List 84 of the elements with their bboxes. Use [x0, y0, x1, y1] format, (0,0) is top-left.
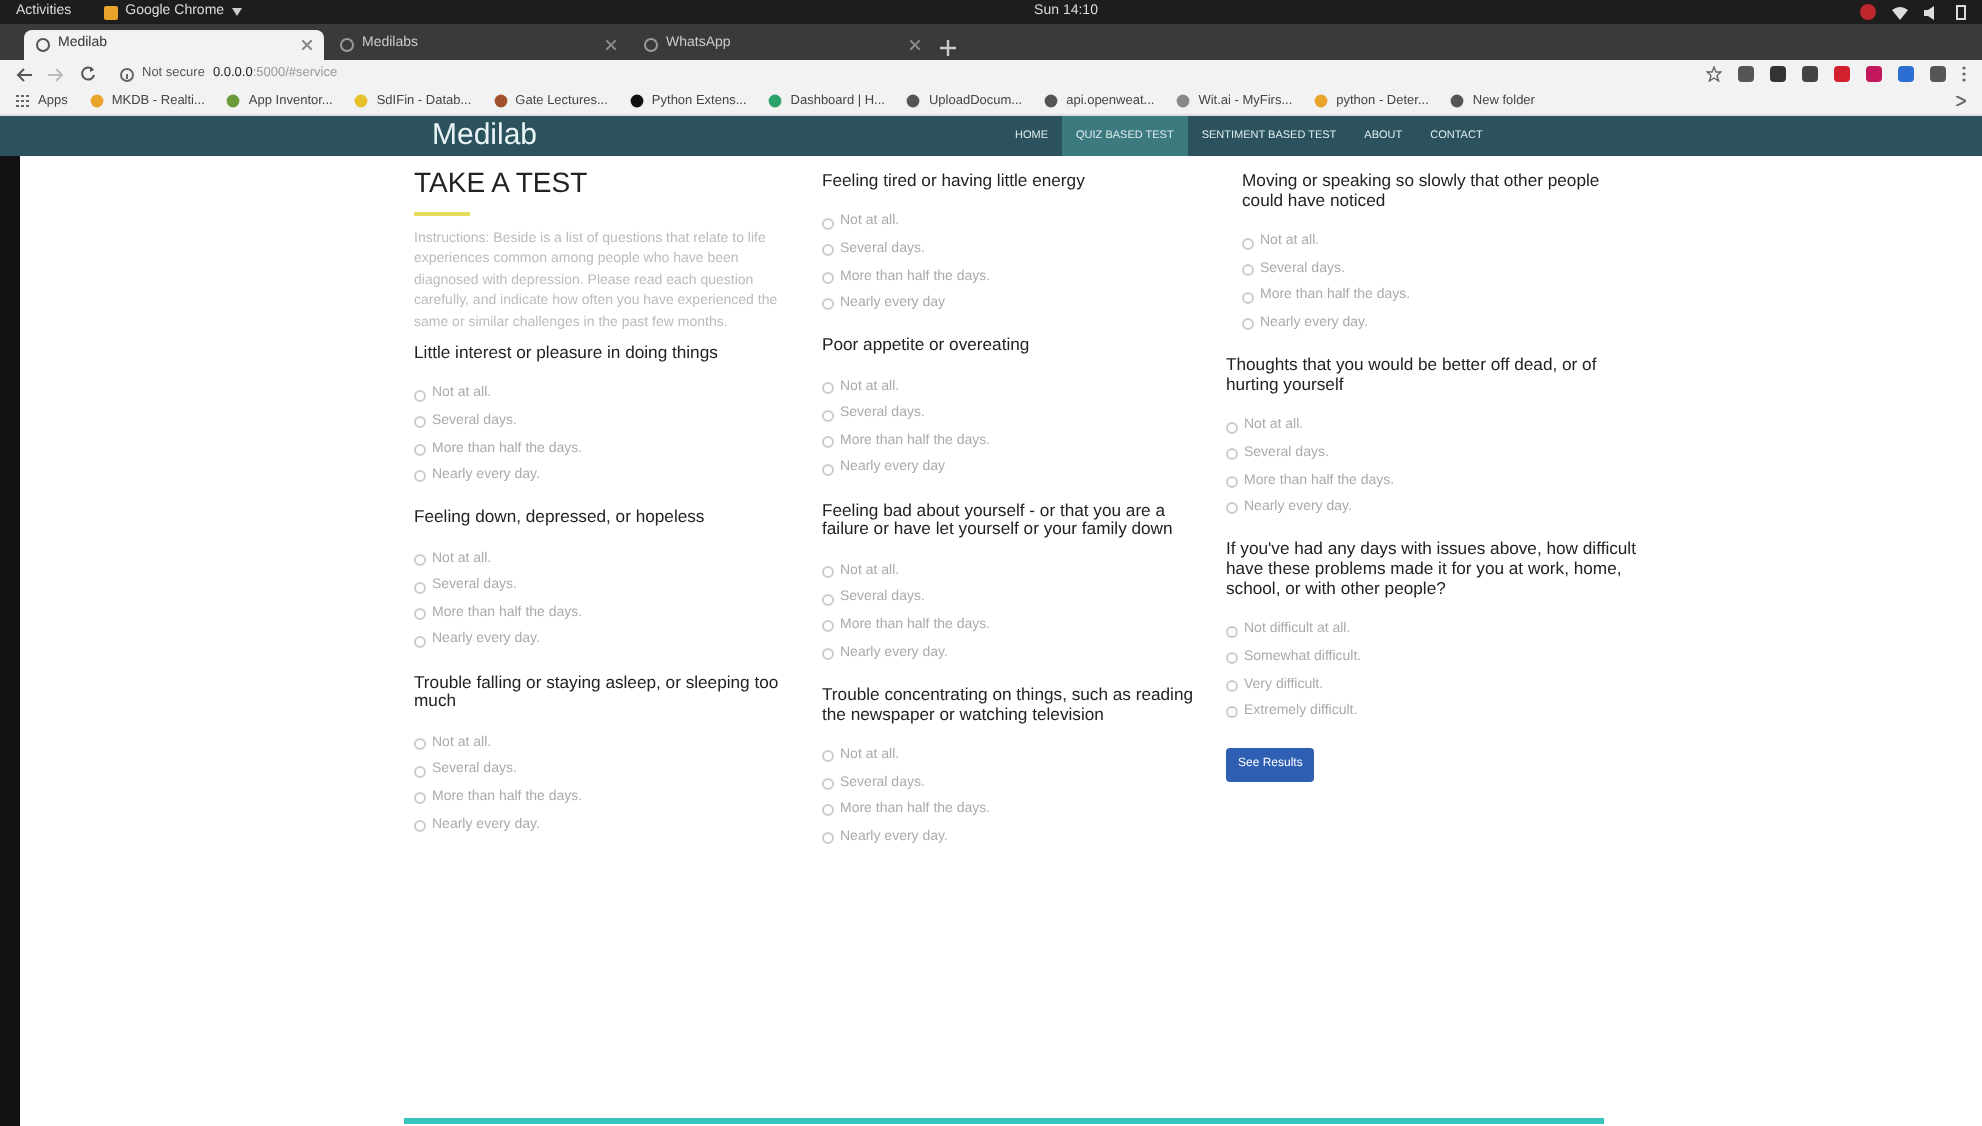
question-text: Thoughts that you would be better off dead, or of hurting yourself	[1226, 356, 1599, 396]
question-text: Moving or speaking so slowly that other people could have noticed	[1242, 172, 1602, 212]
radio-button[interactable]	[822, 298, 834, 311]
close-icon[interactable]	[302, 40, 312, 50]
favicon-icon	[493, 94, 508, 108]
radio-button[interactable]	[414, 635, 426, 648]
favicon-icon	[1314, 94, 1329, 108]
reload-icon[interactable]	[80, 66, 96, 82]
radio-button[interactable]	[414, 608, 426, 621]
wifi-icon[interactable]	[1892, 5, 1908, 19]
radio-button[interactable]	[414, 738, 426, 751]
radio-button[interactable]	[822, 271, 834, 284]
favicon-icon	[89, 94, 104, 108]
radio-button[interactable]	[414, 443, 426, 456]
battery-icon[interactable]	[1956, 4, 1966, 20]
radio-button[interactable]	[822, 381, 834, 394]
radio-button[interactable]	[414, 581, 426, 594]
globe-icon	[644, 38, 658, 52]
radio-button[interactable]	[1226, 625, 1238, 638]
globe-icon	[340, 38, 354, 52]
radio-button[interactable]	[1226, 652, 1238, 665]
question-text: Feeling bad about yourself - or that you are a failure or have let yourself or your family down	[822, 501, 1175, 541]
heading-underline	[414, 212, 470, 216]
radio-button[interactable]	[414, 792, 426, 805]
radio-button[interactable]	[414, 553, 426, 566]
radio-button[interactable]	[822, 409, 834, 422]
globe-icon	[36, 38, 50, 52]
radio-button[interactable]	[822, 750, 834, 763]
favicon-icon	[1176, 94, 1191, 108]
question-text: Poor appetite or overeating	[822, 336, 1032, 357]
notification-icon[interactable]	[1860, 4, 1876, 20]
radio-button[interactable]	[414, 416, 426, 429]
question-text: Trouble concentrating on things, such as reading the newspaper or watching television	[822, 685, 1196, 725]
radio-button[interactable]	[822, 620, 834, 633]
page-heading: TAKE A TEST	[414, 168, 590, 196]
volume-icon[interactable]	[1924, 5, 1940, 19]
radio-button[interactable]	[1226, 475, 1238, 488]
radio-button[interactable]	[822, 217, 834, 230]
favicon-icon	[768, 94, 783, 108]
question-text: If you've had any days with issues above, how difficult have these problems made it for you at work, home, school, or with other people?	[1226, 540, 1636, 600]
favicon-icon	[226, 94, 241, 108]
radio-button[interactable]	[822, 804, 834, 817]
radio-button[interactable]	[822, 436, 834, 449]
favicon-icon	[1044, 94, 1059, 108]
question-text: Feeling down, depressed, or hopeless	[414, 508, 707, 529]
back-icon[interactable]	[16, 67, 32, 81]
radio-button[interactable]	[414, 470, 426, 483]
radio-button[interactable]	[822, 566, 834, 579]
radio-button[interactable]	[822, 777, 834, 790]
forward-icon[interactable]	[48, 67, 64, 81]
question-text: Feeling tired or having little energy	[822, 172, 1087, 192]
question-text: Little interest or pleasure in doing things	[414, 344, 720, 364]
radio-button[interactable]	[1226, 502, 1238, 515]
close-icon[interactable]	[606, 40, 616, 50]
radio-button[interactable]	[414, 765, 426, 778]
radio-button[interactable]	[1226, 679, 1238, 692]
folder-icon	[1450, 94, 1465, 108]
star-icon[interactable]	[1706, 66, 1722, 82]
radio-button[interactable]	[1242, 318, 1254, 331]
new-tab-icon[interactable]	[936, 36, 960, 60]
radio-button[interactable]	[414, 819, 426, 832]
radio-button[interactable]	[822, 831, 834, 844]
site-logo[interactable]: Medilab	[432, 113, 538, 159]
caret-icon	[232, 8, 243, 16]
app-icon	[103, 5, 118, 19]
radio-button[interactable]	[1226, 706, 1238, 719]
more-bookmarks-icon[interactable]	[1956, 96, 1966, 106]
question-text: Trouble falling or staying asleep, or sleeping too much	[414, 673, 781, 713]
radio-button[interactable]	[822, 463, 834, 476]
radio-button[interactable]	[822, 647, 834, 660]
radio-button[interactable]	[822, 593, 834, 606]
favicon-icon	[629, 94, 644, 108]
info-icon	[120, 67, 134, 81]
radio-button[interactable]	[1242, 237, 1254, 250]
radio-button[interactable]	[1226, 421, 1238, 434]
radio-button[interactable]	[1242, 264, 1254, 277]
favicon-icon	[906, 94, 921, 108]
radio-button[interactable]	[1226, 448, 1238, 461]
apps-grid-icon	[16, 94, 30, 108]
radio-button[interactable]	[822, 244, 834, 257]
radio-button[interactable]	[414, 389, 426, 402]
close-icon[interactable]	[910, 40, 920, 50]
radio-button[interactable]	[1242, 291, 1254, 304]
favicon-icon	[354, 94, 369, 108]
